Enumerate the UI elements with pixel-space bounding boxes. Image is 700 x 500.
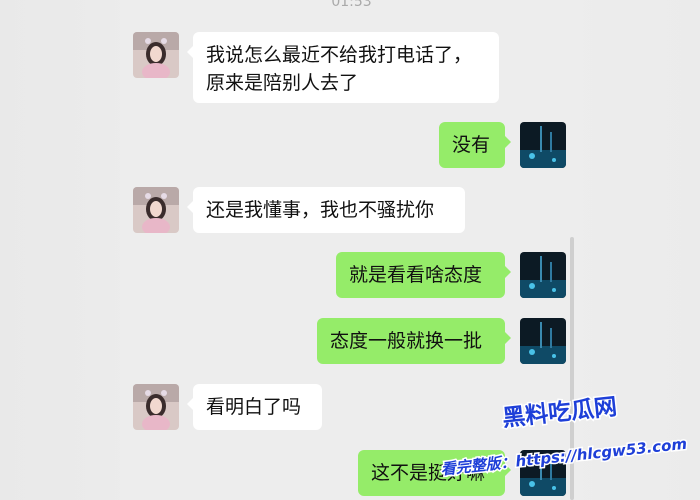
contact-avatar-image xyxy=(133,384,179,430)
message-bubble-incoming[interactable]: 还是我懂事，我也不骚扰你 xyxy=(187,187,465,233)
self-avatar[interactable] xyxy=(520,122,566,168)
message-bubble-outgoing[interactable]: 没有 xyxy=(439,122,511,168)
contact-avatar-image xyxy=(133,187,179,233)
message-bubble-incoming[interactable]: 看明白了吗 xyxy=(187,384,322,430)
contact-avatar[interactable] xyxy=(133,32,179,78)
contact-avatar[interactable] xyxy=(133,187,179,233)
self-avatar-image xyxy=(520,318,566,364)
message-bubble-outgoing[interactable]: 态度一般就换一批 xyxy=(317,318,511,364)
scrollbar[interactable] xyxy=(570,237,574,500)
self-avatar[interactable] xyxy=(520,252,566,298)
message-bubble-outgoing[interactable]: 这不是挺好嘛 xyxy=(358,450,511,496)
self-avatar[interactable] xyxy=(520,450,566,496)
self-avatar-image xyxy=(520,122,566,168)
chat-window[interactable]: 01:53 我说怎么最近不给我打电话了， 原来是陪别人去了 没有 还是我懂事，我… xyxy=(120,0,583,500)
self-avatar[interactable] xyxy=(520,318,566,364)
message-timestamp: 01:53 xyxy=(331,0,372,10)
self-avatar-image xyxy=(520,450,566,496)
contact-avatar-image xyxy=(133,32,179,78)
message-bubble-incoming[interactable]: 我说怎么最近不给我打电话了， 原来是陪别人去了 xyxy=(187,32,499,103)
self-avatar-image xyxy=(520,252,566,298)
contact-avatar[interactable] xyxy=(133,384,179,430)
message-bubble-outgoing[interactable]: 就是看看啥态度 xyxy=(336,252,511,298)
